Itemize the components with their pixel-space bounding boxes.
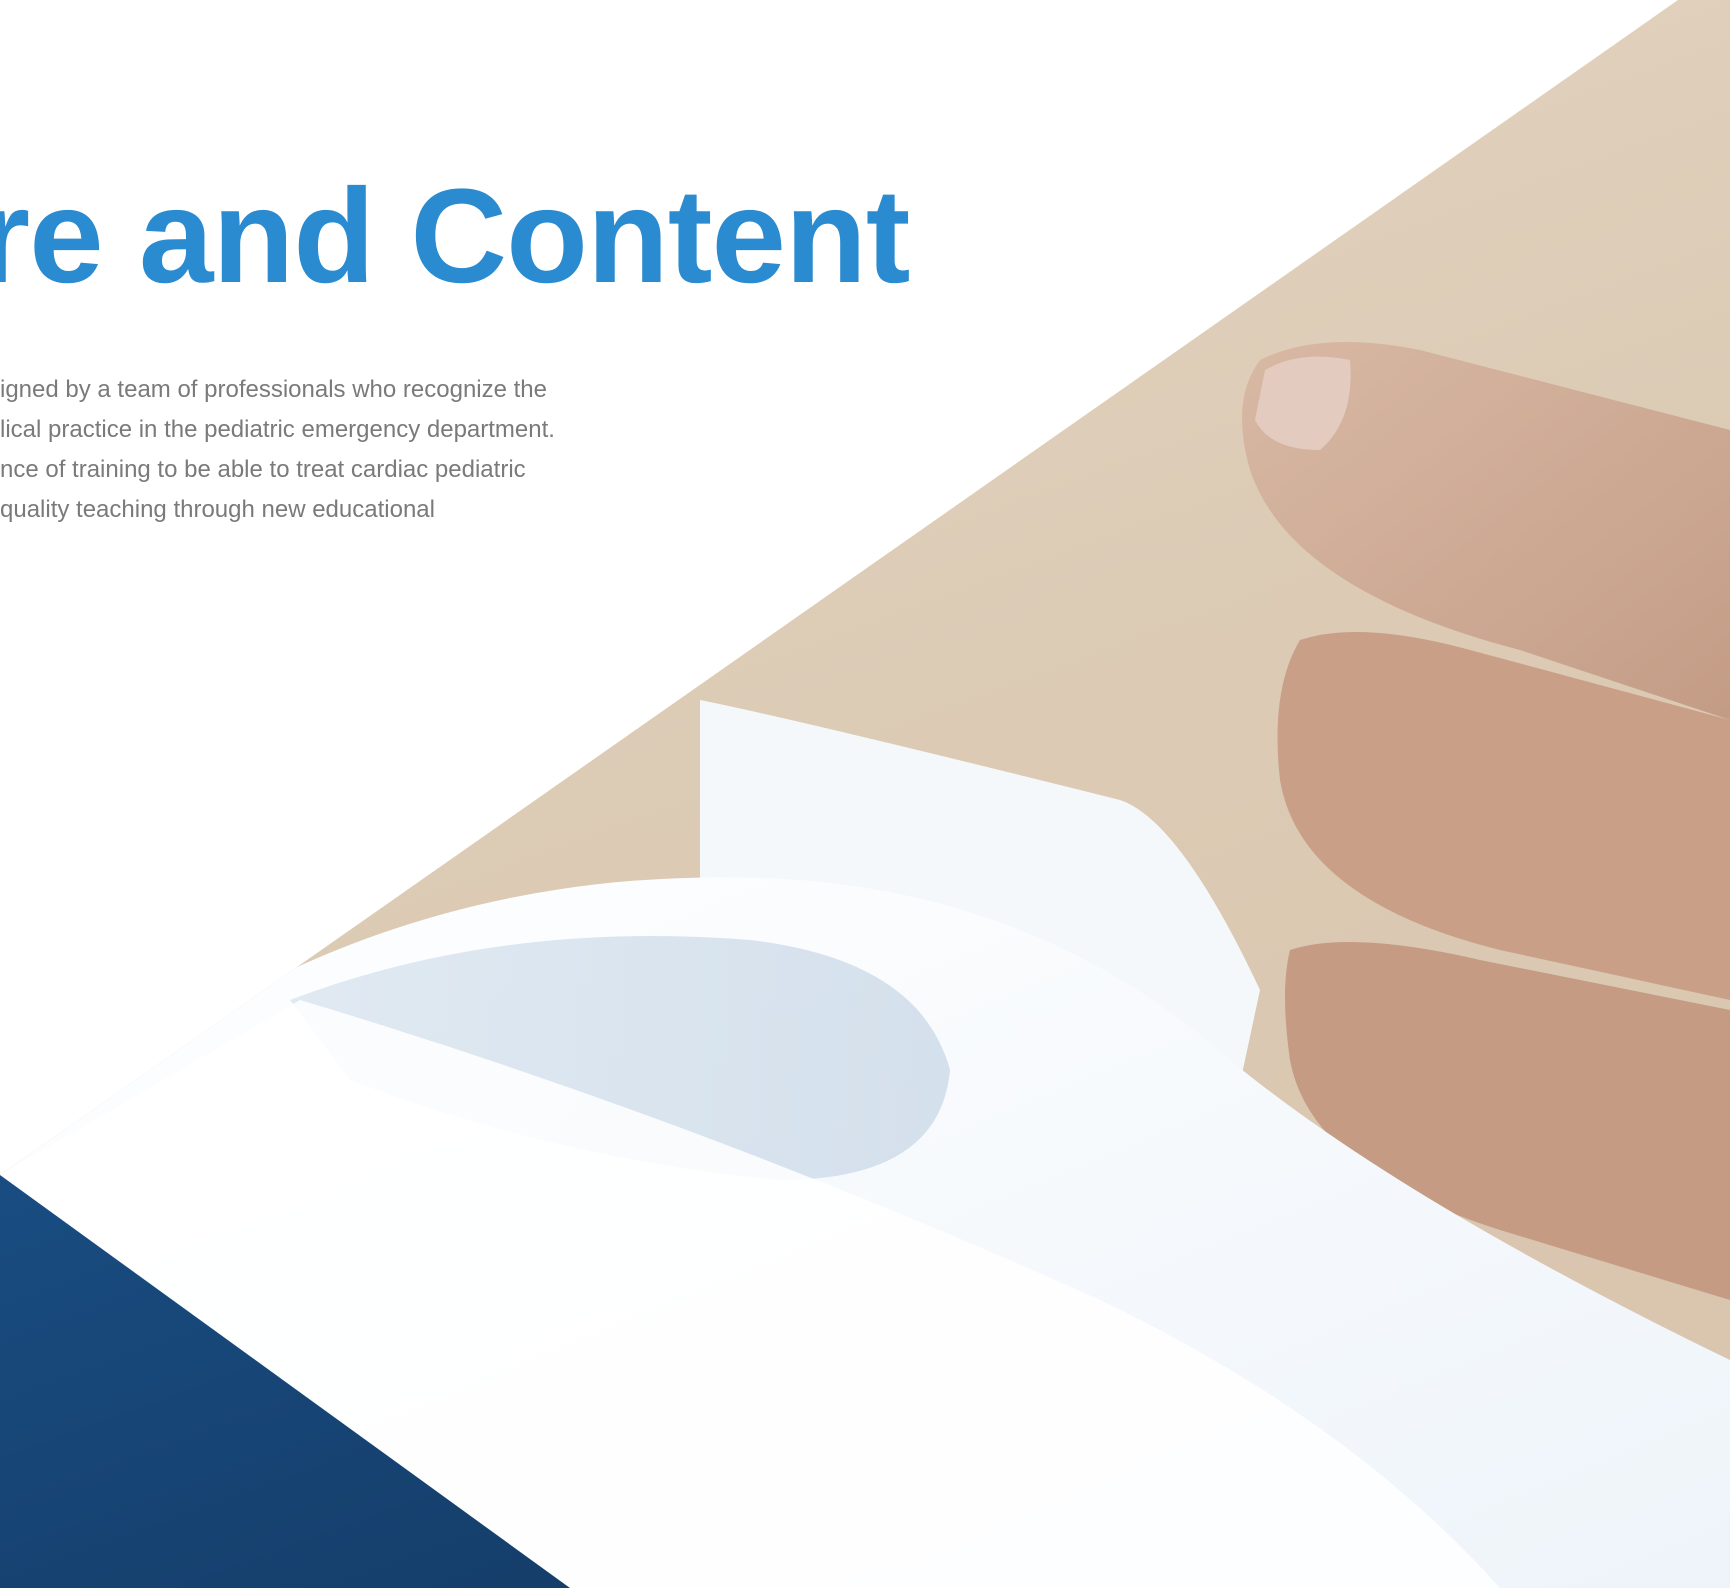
page-title: re and Content bbox=[0, 162, 910, 311]
paragraph-line: lical practice in the pediatric emergenc… bbox=[0, 416, 555, 443]
paragraph-line: nce of training to be able to treat card… bbox=[0, 456, 526, 483]
paragraph-line: quality teaching through new educational bbox=[0, 496, 435, 523]
intro-paragraph: igned by a team of professionals who rec… bbox=[0, 370, 600, 530]
page: re and Content igned by a team of profes… bbox=[0, 0, 1730, 1588]
paragraph-line: igned by a team of professionals who rec… bbox=[0, 376, 547, 403]
